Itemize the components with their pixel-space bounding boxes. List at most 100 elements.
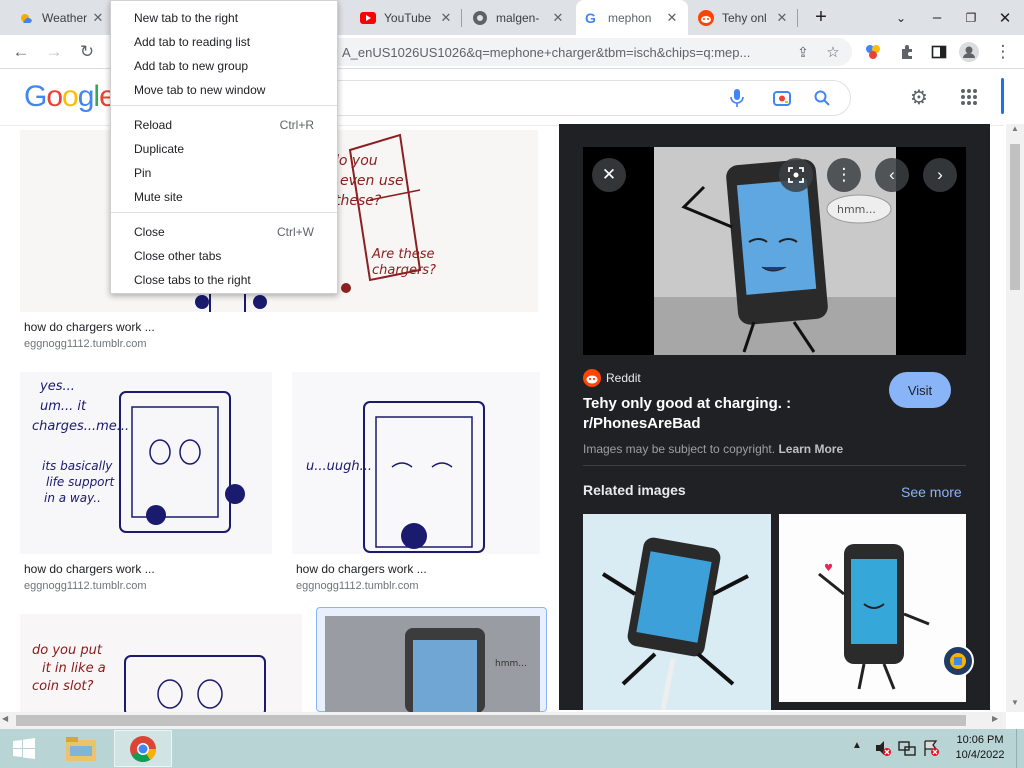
result-thumbnail[interactable]: u...uugh... <box>292 372 540 554</box>
menu-item-add-new-group[interactable]: Add tab to new group <box>111 54 337 78</box>
horizontal-scrollbar[interactable]: ◀ ▶ <box>0 712 1006 729</box>
previous-arrow-icon[interactable]: ‹ <box>875 158 909 192</box>
profile-avatar-icon[interactable] <box>958 41 980 63</box>
scroll-up-arrow-icon[interactable]: ▲ <box>1006 124 1024 138</box>
menu-item-close-tabs-right[interactable]: Close tabs to the right <box>111 268 337 292</box>
menu-label: Close other tabs <box>134 249 222 263</box>
taskbar-clock[interactable]: 10:06 PM 10/4/2022 <box>950 733 1010 763</box>
result-card-selected[interactable]: hmm... <box>316 607 547 713</box>
result-caption[interactable]: how do chargers work ... <box>296 562 427 576</box>
close-preview-button[interactable]: ✕ <box>592 158 626 192</box>
menu-item-move-new-window[interactable]: Move tab to new window <box>111 78 337 102</box>
extension-color-icon[interactable] <box>862 41 884 63</box>
share-icon[interactable]: ⇪ <box>792 41 814 63</box>
result-card[interactable]: u...uugh... how do chargers work ... egg… <box>292 372 540 594</box>
visit-button[interactable]: Visit <box>889 372 951 408</box>
tray-show-hidden-icon[interactable]: ▲ <box>852 740 862 751</box>
menu-item-close-other-tabs[interactable]: Close other tabs <box>111 244 337 268</box>
learn-more-link[interactable]: Learn More <box>778 442 843 456</box>
chrome-icon <box>130 735 156 762</box>
site-name[interactable]: Reddit <box>606 371 641 385</box>
bookmark-star-icon[interactable]: ☆ <box>822 41 844 63</box>
close-icon[interactable]: ✕ <box>438 10 454 26</box>
result-title[interactable]: Tehy only good at charging. : r/PhonesAr… <box>583 394 803 434</box>
start-button[interactable] <box>0 729 48 768</box>
window-close-button[interactable]: ✕ <box>988 0 1022 35</box>
result-source[interactable]: eggnogg1112.tumblr.com <box>24 338 147 350</box>
chrome-taskbar-button[interactable] <box>114 730 172 767</box>
new-tab-button[interactable]: + <box>810 6 832 28</box>
scroll-down-arrow-icon[interactable]: ▼ <box>1006 698 1024 712</box>
file-explorer-taskbar-button[interactable] <box>56 731 106 766</box>
scroll-right-arrow-icon[interactable]: ▶ <box>992 714 998 723</box>
scroll-left-arrow-icon[interactable]: ◀ <box>2 714 8 723</box>
apps-grid-icon[interactable] <box>958 86 980 108</box>
show-desktop-button[interactable] <box>1016 729 1024 768</box>
menu-item-add-reading-list[interactable]: Add tab to reading list <box>111 30 337 54</box>
related-image[interactable] <box>583 514 771 710</box>
reload-icon[interactable]: ↻ <box>76 41 98 63</box>
result-caption[interactable]: how do chargers work ... <box>24 320 155 334</box>
vertical-scrollbar[interactable]: ▲ ▼ <box>1006 124 1024 712</box>
menu-item-duplicate[interactable]: Duplicate <box>111 137 337 161</box>
tab-weather[interactable]: Weather ✕ <box>10 0 114 35</box>
google-logo[interactable]: Google <box>24 80 116 114</box>
extensions-puzzle-icon[interactable] <box>896 41 918 63</box>
search-icon[interactable] <box>811 87 833 109</box>
menu-item-pin[interactable]: Pin <box>111 161 337 185</box>
sign-in-edge[interactable] <box>1001 78 1004 114</box>
result-thumbnail[interactable]: yes... um... it charges...me... its basi… <box>20 372 272 554</box>
image-preview-panel: hmm... ✕ ⋮ ‹ › Reddit Tehy only good at … <box>559 124 990 710</box>
windows-taskbar: ▲ 10:06 PM 10/4/2022 <box>0 729 1024 768</box>
settings-gear-icon[interactable]: ⚙ <box>908 86 930 109</box>
close-icon[interactable]: ✕ <box>774 10 790 26</box>
back-arrow-icon[interactable]: ← <box>10 41 32 63</box>
related-image[interactable]: ♥ <box>779 514 966 702</box>
action-center-flag-icon[interactable] <box>922 739 940 757</box>
search-input[interactable] <box>300 80 851 116</box>
tab-context-menu: New tab to the right Add tab to reading … <box>110 0 338 294</box>
tab-youtube[interactable]: YouTube ✕ <box>352 0 462 35</box>
next-arrow-icon[interactable]: › <box>923 158 957 192</box>
restore-button[interactable]: ❐ <box>954 0 988 35</box>
tab-malgen[interactable]: malgen- ✕ <box>464 0 574 35</box>
menu-item-close[interactable]: Close Ctrl+W <box>111 220 337 244</box>
menu-shortcut: Ctrl+W <box>277 225 314 239</box>
tab-search-chevron-icon[interactable]: ⌄ <box>884 0 918 35</box>
close-icon[interactable]: ✕ <box>664 10 680 26</box>
scrollbar-thumb[interactable] <box>16 715 966 726</box>
result-thumbnail[interactable]: hmm... <box>325 616 540 713</box>
menu-label: Reload <box>134 118 173 132</box>
more-options-icon[interactable]: ⋮ <box>827 158 861 192</box>
svg-text:these?: these? <box>335 193 382 209</box>
url-text: A_enUS1026US1026&q=mephone+charger&tbm=i… <box>342 45 751 60</box>
result-source[interactable]: eggnogg1112.tumblr.com <box>24 580 147 592</box>
menu-item-new-tab-right[interactable]: New tab to the right <box>111 6 337 30</box>
menu-item-mute-site[interactable]: Mute site <box>111 185 337 209</box>
result-thumbnail[interactable]: do you put it in like a coin slot? <box>20 614 302 712</box>
side-panel-icon[interactable] <box>928 41 950 63</box>
menu-item-reload[interactable]: Reload Ctrl+R <box>111 113 337 137</box>
clock-time: 10:06 PM <box>956 734 1004 746</box>
volume-muted-icon[interactable] <box>874 739 892 757</box>
forward-arrow-icon[interactable]: → <box>43 41 65 63</box>
assistant-fab-icon[interactable] <box>942 645 974 677</box>
result-source[interactable]: eggnogg1112.tumblr.com <box>296 580 419 592</box>
minimize-button[interactable]: – <box>920 0 954 35</box>
microphone-icon[interactable] <box>726 87 748 109</box>
close-icon[interactable]: ✕ <box>550 10 566 26</box>
menu-label: Mute site <box>134 190 183 204</box>
menu-kebab-icon[interactable]: ⋮ <box>992 41 1014 63</box>
network-icon[interactable] <box>898 739 916 757</box>
see-more-link[interactable]: See more <box>901 484 962 500</box>
lens-search-icon[interactable] <box>779 158 813 192</box>
lens-camera-icon[interactable] <box>771 87 793 109</box>
scrollbar-thumb[interactable] <box>1010 144 1020 290</box>
tab-label: mephon <box>608 10 652 25</box>
tab-mephone-active[interactable]: G mephon ✕ <box>576 0 688 35</box>
result-card[interactable]: yes... um... it charges...me... its basi… <box>20 372 272 594</box>
result-card[interactable]: do you put it in like a coin slot? <box>20 614 302 712</box>
tab-reddit[interactable]: Tehy onl ✕ <box>690 0 798 35</box>
close-icon[interactable]: ✕ <box>90 10 106 26</box>
result-caption[interactable]: how do chargers work ... <box>24 562 155 576</box>
